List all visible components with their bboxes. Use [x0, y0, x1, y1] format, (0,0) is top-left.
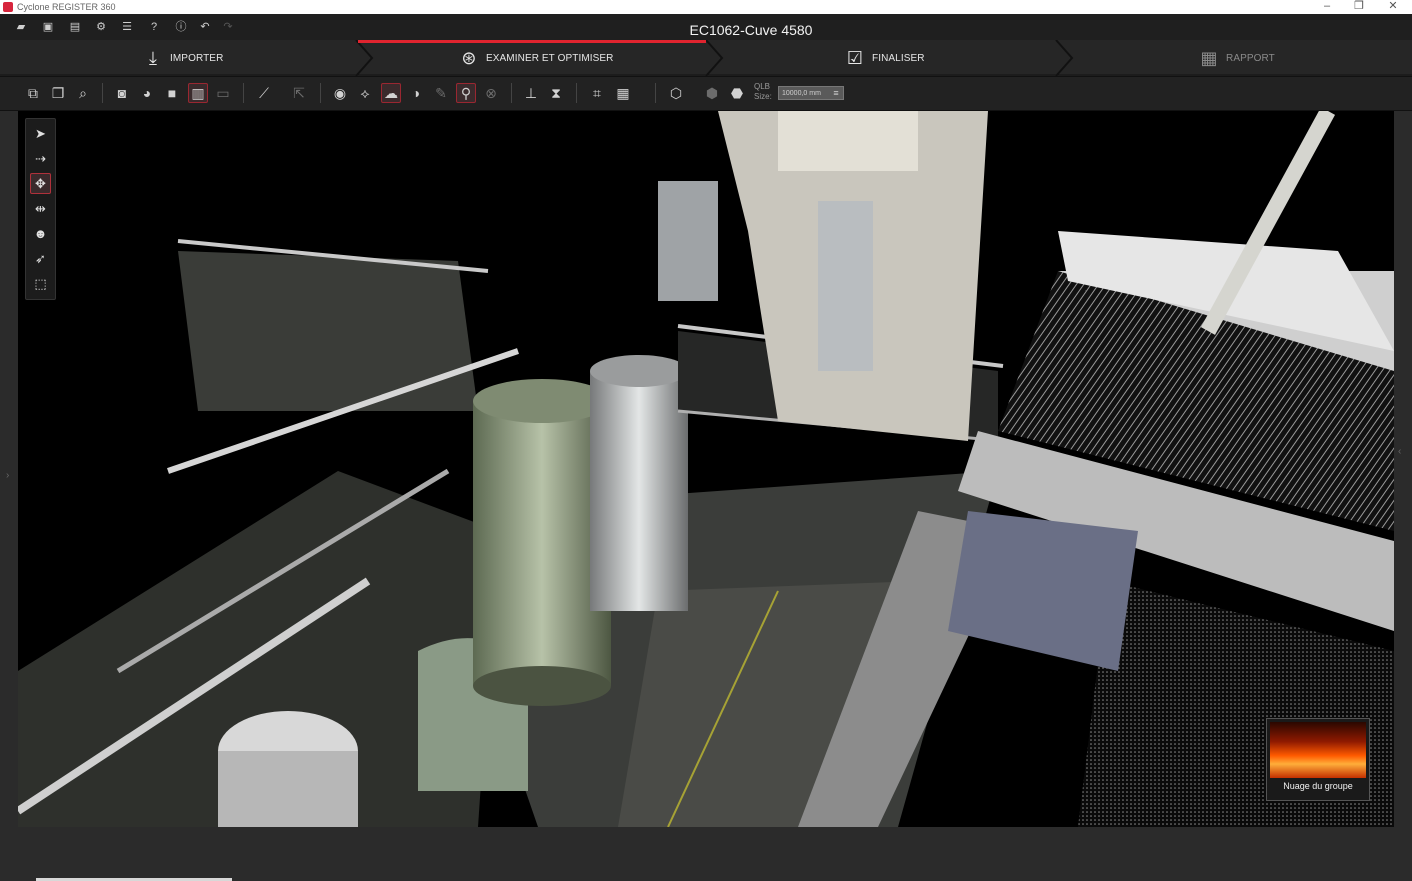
tab-examiner-label: EXAMINER ET OPTIMISER	[486, 52, 614, 64]
tab-importer-label: IMPORTER	[170, 52, 224, 64]
toolbar-divider	[243, 83, 244, 103]
point-cloud-scene[interactable]	[18, 111, 1394, 827]
3d-viewport[interactable]	[18, 111, 1394, 827]
select-multi-icon[interactable]: ⇢	[30, 148, 51, 169]
measure-icon[interactable]: ⟋	[254, 83, 274, 103]
tab-rapport-label: RAPPORT	[1226, 52, 1275, 64]
main-toolbar: ⧉ ❐ ⌕ ◙ ◕ ■ ▥ ▭ ⟋ ⇱ ◉ ⟡ ☁ ◑ ✎ ⚲ ⊗ ⊥ ⧗ ⌗ …	[0, 77, 1412, 111]
qlb-mode-icon[interactable]: ⬣	[727, 83, 747, 103]
select-arrow-icon[interactable]: ➤	[30, 123, 51, 144]
location-pin-icon[interactable]: ⚲	[456, 83, 476, 103]
tab-rapport[interactable]: ▦ RAPPORT	[1198, 40, 1275, 76]
tab-examiner-et-optimiser[interactable]: ⊛ EXAMINER ET OPTIMISER	[458, 40, 614, 76]
undo-icon[interactable]: ↶	[198, 21, 212, 33]
fence-icon[interactable]: ⌗	[587, 83, 607, 103]
header-bar: ▰ ▣ ▤ ⚙ ☰ ? ⓘ ↶ ↷ EC1062-Cuve 4580	[0, 14, 1412, 40]
thumbnail-image	[1270, 722, 1366, 778]
box-section-icon[interactable]: ⬢	[702, 83, 722, 103]
cloud-icon[interactable]: ☁	[381, 83, 401, 103]
layers-icon[interactable]: ❐	[48, 83, 68, 103]
orbit-icon[interactable]: ✥	[30, 173, 51, 194]
redo-icon[interactable]: ↷	[221, 21, 235, 33]
save-icon[interactable]: ▣	[41, 21, 55, 33]
navigation-toolbar: ➤ ⇢ ✥ ⇹ ☻ ➶ ⬚	[25, 118, 56, 300]
axes-icon[interactable]: ⊥	[521, 83, 541, 103]
list-icon[interactable]: ▤	[68, 21, 82, 33]
camera-icon[interactable]: ◙	[112, 83, 132, 103]
info-icon[interactable]: ⓘ	[174, 21, 188, 33]
right-panel-expand-icon[interactable]: ‹	[1398, 446, 1401, 457]
database-icon[interactable]: ☰	[120, 21, 134, 33]
pen-icon[interactable]: ✎	[431, 83, 451, 103]
toolbar-divider	[511, 83, 512, 103]
tag-icon[interactable]: ⟡	[355, 83, 375, 103]
walk-person-icon[interactable]: ☻	[30, 223, 51, 244]
cube-section-icon[interactable]: ⬚	[30, 273, 51, 294]
target-circle-icon[interactable]: ◉	[330, 83, 350, 103]
level-icon[interactable]: ⧗	[546, 83, 566, 103]
help-icon[interactable]: ?	[147, 21, 161, 33]
toolbar-divider	[655, 83, 656, 103]
toolbar-divider	[102, 83, 103, 103]
toolbar-divider	[320, 83, 321, 103]
panorama-icon[interactable]: ▭	[213, 83, 233, 103]
image-overlay-icon[interactable]: ▥	[188, 83, 208, 103]
minimize-button[interactable]: –	[1312, 0, 1342, 14]
qlb-size-label: QLB Size:	[754, 82, 772, 101]
open-folder-icon[interactable]: ▰	[14, 21, 28, 33]
report-icon: ▦	[1200, 48, 1218, 68]
pin-settings-icon[interactable]: ⊗	[481, 83, 501, 103]
sphere-icon[interactable]: ◑	[406, 83, 426, 103]
finalize-icon: ☑	[846, 48, 864, 68]
import-icon: ⤓	[148, 48, 158, 68]
status-area	[0, 827, 1412, 881]
zoom-extent-icon[interactable]: ⌕	[73, 83, 93, 103]
tab-finaliser[interactable]: ☑ FINALISER	[844, 40, 925, 76]
selection-box-icon[interactable]: ▦	[613, 83, 633, 103]
group-cloud-thumbnail[interactable]: Nuage du groupe	[1266, 718, 1370, 801]
color-mode-icon[interactable]: ◕	[137, 83, 157, 103]
pan-icon[interactable]: ⇹	[30, 198, 51, 219]
left-panel-expand-icon[interactable]: ›	[6, 470, 9, 481]
app-title: Cyclone REGISTER 360	[17, 2, 116, 12]
pointer-pick-icon[interactable]: ⇱	[289, 83, 309, 103]
review-icon: ⊛	[461, 48, 477, 68]
close-button[interactable]: ✕	[1378, 0, 1408, 14]
document-title: EC1062-Cuve 4580	[689, 22, 813, 38]
qlb-spinner-icon[interactable]: ≡	[830, 85, 842, 101]
gear-icon[interactable]: ⚙	[94, 21, 108, 33]
link-setup-icon[interactable]: ⧉	[23, 83, 43, 103]
window-title-bar: Cyclone REGISTER 360 – ❐ ✕	[0, 0, 1412, 14]
square-view-icon[interactable]: ■	[162, 83, 182, 103]
thumbnail-caption: Nuage du groupe	[1283, 781, 1353, 791]
tab-finaliser-label: FINALISER	[872, 52, 925, 64]
toolbar-divider	[576, 83, 577, 103]
fly-icon[interactable]: ➶	[30, 248, 51, 269]
active-tab-indicator	[358, 40, 706, 43]
workflow-tabs: ⤓ IMPORTER ⊛ EXAMINER ET OPTIMISER ☑ FIN…	[0, 40, 1412, 77]
cube-view-icon[interactable]: ⬡	[666, 83, 686, 103]
restore-button[interactable]: ❐	[1344, 0, 1374, 14]
app-logo-icon	[3, 2, 13, 12]
tab-importer[interactable]: ⤓ IMPORTER	[142, 40, 223, 76]
